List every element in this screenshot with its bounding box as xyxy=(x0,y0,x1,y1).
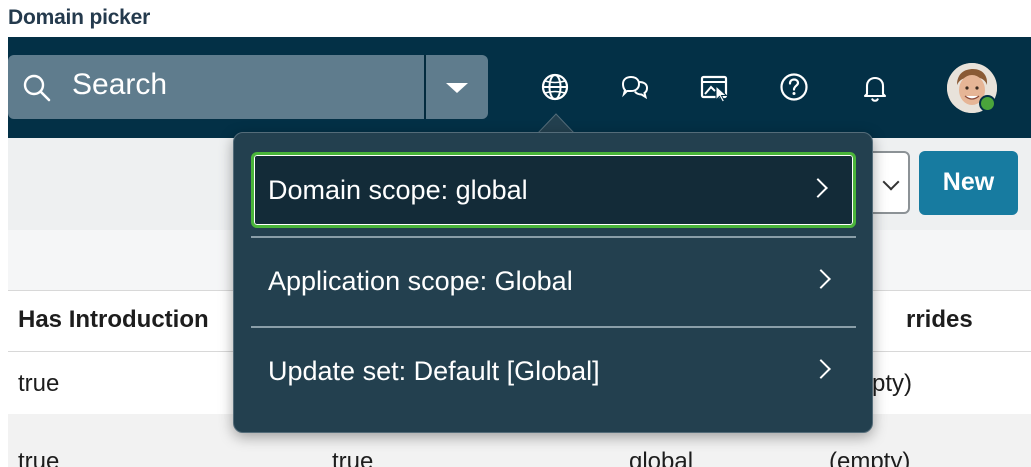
menu-item-application-scope[interactable]: Application scope: Global xyxy=(251,246,856,318)
column-header-has-overrides[interactable]: rrides xyxy=(906,306,973,334)
menu-item-domain-scope[interactable]: Domain scope: global xyxy=(251,152,856,228)
table-cell: global xyxy=(629,448,694,467)
chevron-down-icon xyxy=(882,173,900,191)
page-heading: Domain picker xyxy=(8,6,151,29)
chevron-right-icon xyxy=(808,178,828,198)
table-cell: true xyxy=(332,448,374,467)
menu-divider xyxy=(251,236,856,238)
column-header-has-introduction[interactable]: Has Introduction xyxy=(18,306,209,334)
menu-item-label: Domain scope: global xyxy=(268,175,528,205)
table-cell: pty) xyxy=(872,370,913,397)
menu-item-update-set[interactable]: Update set: Default [Global] xyxy=(251,336,856,408)
chevron-right-icon xyxy=(811,359,831,379)
search-scope-dropdown[interactable] xyxy=(426,55,488,119)
bell-icon[interactable] xyxy=(859,70,891,104)
caret-down-icon xyxy=(446,83,468,93)
menu-item-label: Application scope: Global xyxy=(268,266,573,296)
menu-item-label: Update set: Default [Global] xyxy=(268,356,600,386)
help-icon[interactable] xyxy=(778,70,810,104)
menu-divider xyxy=(251,326,856,328)
chat-icon[interactable] xyxy=(619,70,651,104)
online-status-indicator xyxy=(979,95,996,112)
table-cell: true xyxy=(18,370,60,397)
screen-cursor-icon[interactable] xyxy=(698,70,730,104)
new-button[interactable]: New xyxy=(919,151,1018,215)
table-cell: (empty) xyxy=(829,448,911,467)
chevron-right-icon xyxy=(811,269,831,289)
domain-picker-popover: Domain scope: global Application scope: … xyxy=(233,132,873,433)
search-label: Search xyxy=(72,68,168,101)
popover-pointer xyxy=(537,113,575,134)
globe-icon[interactable] xyxy=(539,70,571,104)
search-icon xyxy=(23,74,51,102)
table-cell: true xyxy=(18,448,60,467)
search-input[interactable] xyxy=(8,55,424,119)
